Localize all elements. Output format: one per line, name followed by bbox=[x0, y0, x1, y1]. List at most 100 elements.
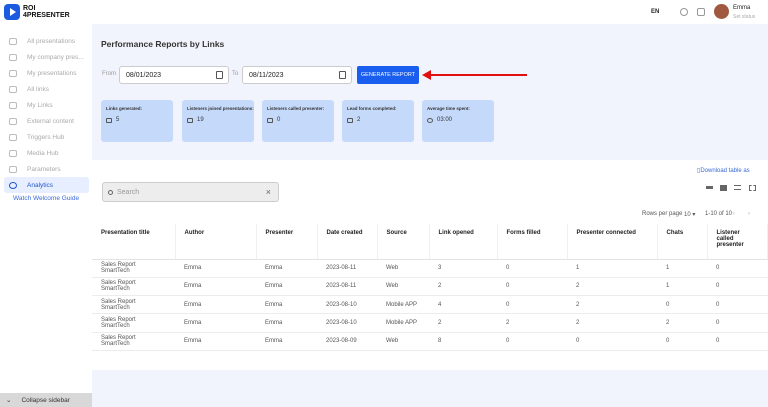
label: Download table as bbox=[700, 168, 750, 174]
column-header[interactable]: Presenter bbox=[256, 224, 318, 260]
prev-page-button[interactable]: ‹ bbox=[733, 211, 735, 217]
table-cell: Web bbox=[377, 259, 429, 278]
table-row[interactable]: Sales Report SmartTech Emma Emma 2023-08-10… bbox=[92, 313, 768, 333]
to-date-input[interactable]: 08/11/2023 bbox=[242, 66, 352, 84]
generate-report-button[interactable]: GENERATE REPORT bbox=[357, 66, 419, 84]
table-cell: 2023-08-10 bbox=[317, 313, 377, 333]
top-bar: EN Emma Set status bbox=[92, 0, 768, 24]
external-icon bbox=[9, 117, 17, 125]
column-header[interactable]: Link opened bbox=[429, 224, 498, 260]
to-value: 08/11/2023 bbox=[249, 72, 284, 79]
column-header[interactable]: Listener called presenter bbox=[707, 224, 768, 260]
column-header[interactable]: Presentation title bbox=[92, 224, 176, 260]
table-cell: 8 bbox=[429, 332, 497, 351]
column-header[interactable]: Forms filled bbox=[497, 224, 568, 260]
collapse-sidebar-button[interactable]: ⌄ Collapse sidebar bbox=[0, 393, 92, 407]
table-cell: Sales Report SmartTech bbox=[92, 277, 175, 297]
sidebar-item-triggers-hub[interactable]: Triggers Hub bbox=[4, 129, 89, 145]
table-cell: 2 bbox=[497, 313, 567, 333]
table-cell: 0 bbox=[707, 313, 768, 333]
table-cell: 0 bbox=[657, 332, 707, 351]
table-cell: 1 bbox=[567, 259, 657, 278]
download-table-link[interactable]: ▯Download table as bbox=[697, 167, 750, 174]
table-cell: 0 bbox=[657, 295, 707, 315]
search-input[interactable]: Search × bbox=[102, 182, 279, 202]
logo[interactable]: ROI 4PRESENTER bbox=[4, 4, 70, 20]
sidebar-item-company-presentations[interactable]: My company pres... bbox=[4, 49, 89, 65]
calendar-icon[interactable] bbox=[216, 71, 223, 79]
table-cell: Emma bbox=[256, 277, 317, 297]
set-status-link[interactable]: Set status bbox=[733, 14, 755, 20]
column-header[interactable]: Chats bbox=[657, 224, 708, 260]
users-icon[interactable] bbox=[680, 8, 688, 16]
table-cell: Emma bbox=[175, 295, 256, 315]
rows-per-page-label: Rows per page bbox=[642, 211, 683, 217]
to-label: To bbox=[232, 71, 239, 77]
table-row[interactable]: Sales Report SmartTech Emma Emma 2023-08-11… bbox=[92, 259, 768, 278]
from-value: 08/01/2023 bbox=[126, 72, 162, 79]
card-title: Links generated: bbox=[106, 106, 143, 111]
presentation-icon bbox=[9, 69, 17, 77]
table-cell: 0 bbox=[497, 259, 567, 278]
label: My presentations bbox=[27, 69, 77, 77]
presentation-icon bbox=[9, 53, 17, 61]
card-value: 19 bbox=[197, 117, 204, 123]
filter-icon[interactable] bbox=[706, 186, 713, 189]
sidebar-item-analytics[interactable]: Analytics bbox=[4, 177, 89, 193]
card-title: Lead forms completed: bbox=[347, 106, 397, 111]
rows-per-page-select[interactable]: 10 ▾ bbox=[684, 211, 695, 218]
table-cell: 2023-08-09 bbox=[317, 332, 377, 351]
column-header[interactable]: Source bbox=[377, 224, 430, 260]
table-cell: Emma bbox=[175, 277, 256, 297]
language-selector[interactable]: EN bbox=[651, 9, 659, 15]
fullscreen-icon[interactable] bbox=[749, 185, 756, 191]
table-cell: 2 bbox=[567, 313, 657, 333]
card-value: 03:00 bbox=[437, 117, 453, 123]
sidebar-item-my-presentations[interactable]: My presentations bbox=[4, 65, 89, 81]
table-cell: Web bbox=[377, 277, 429, 297]
footer-area bbox=[92, 370, 768, 407]
table-row[interactable]: Sales Report SmartTech Emma Emma 2023-08-09… bbox=[92, 332, 768, 351]
column-header[interactable]: Presenter connected bbox=[567, 224, 658, 260]
stat-card-links: Links generated: 5 bbox=[101, 100, 173, 142]
columns-icon[interactable] bbox=[720, 185, 727, 191]
table-cell: Emma bbox=[175, 259, 256, 278]
avatar[interactable] bbox=[714, 4, 729, 19]
column-header[interactable]: Date created bbox=[317, 224, 378, 260]
label: My Links bbox=[27, 101, 53, 109]
monitor-icon bbox=[9, 37, 17, 45]
from-date-input[interactable]: 08/01/2023 bbox=[119, 66, 229, 84]
table-row[interactable]: Sales Report SmartTech Emma Emma 2023-08-10… bbox=[92, 295, 768, 315]
table-cell: Sales Report SmartTech bbox=[92, 313, 175, 333]
sidebar: ROI 4PRESENTER All presentations My compa… bbox=[0, 0, 92, 407]
label: Analytics bbox=[27, 181, 54, 189]
sidebar-item-media-hub[interactable]: Media Hub bbox=[4, 145, 89, 161]
table-cell: 0 bbox=[567, 332, 657, 351]
column-header[interactable]: Author bbox=[175, 224, 257, 260]
sidebar-item-external-content[interactable]: External content bbox=[4, 113, 89, 129]
clock-icon bbox=[427, 117, 433, 123]
sidebar-item-my-links[interactable]: My Links bbox=[4, 97, 89, 113]
logo-icon bbox=[4, 4, 20, 20]
clear-icon[interactable]: × bbox=[266, 187, 271, 197]
next-page-button[interactable]: › bbox=[748, 211, 750, 217]
page-range: 1-10 of 10 bbox=[705, 211, 733, 217]
user-name: Emma bbox=[733, 5, 751, 11]
report-table: Presentation title Author Presenter Date cr… bbox=[92, 224, 768, 351]
table-cell: 2023-08-10 bbox=[317, 295, 377, 315]
label: Parameters bbox=[27, 165, 61, 173]
density-icon[interactable] bbox=[734, 185, 741, 190]
sidebar-item-parameters[interactable]: Parameters bbox=[4, 161, 89, 177]
welcome-guide-link[interactable]: Watch Welcome Guide bbox=[13, 195, 79, 202]
logo-line2: 4PRESENTER bbox=[23, 12, 70, 19]
table-cell: Emma bbox=[256, 313, 317, 333]
sidebar-item-all-presentations[interactable]: All presentations bbox=[4, 33, 89, 49]
bell-icon[interactable] bbox=[697, 8, 705, 16]
table-cell: 2 bbox=[657, 313, 707, 333]
table-cell: 1 bbox=[657, 277, 707, 297]
sidebar-item-all-links[interactable]: All links bbox=[4, 81, 89, 97]
table-row[interactable]: Sales Report SmartTech Emma Emma 2023-08-11… bbox=[92, 277, 768, 297]
calendar-icon[interactable] bbox=[339, 71, 346, 79]
user-call-icon bbox=[267, 117, 273, 123]
user-link-icon bbox=[9, 101, 17, 109]
